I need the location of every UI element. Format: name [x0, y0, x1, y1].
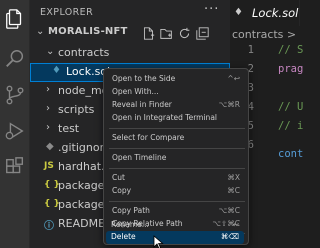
- menu-item-shortcut: ↩: [232, 220, 239, 229]
- menu-item-cut[interactable]: Cut ⌘X: [107, 172, 245, 185]
- editor-tab-lock-sol[interactable]: ♦ Lock.sol: [230, 0, 300, 26]
- refresh-icon[interactable]: [178, 27, 191, 40]
- chevron-right-icon: ›: [46, 84, 50, 95]
- chevron-right-icon: ›: [46, 122, 50, 133]
- menu-item-copy-path[interactable]: Copy Path ⌥⌘C: [107, 205, 245, 218]
- tree-item-label: hardhat.: [58, 160, 105, 173]
- menu-item-select-for-compare[interactable]: Select for Compare: [107, 132, 245, 145]
- menu-item-label: Delete: [111, 232, 136, 241]
- menu-item-open-with[interactable]: Open With...: [107, 86, 245, 99]
- solidity-file-icon: ♦: [52, 65, 61, 76]
- chevron-down-icon: ⌄: [46, 46, 55, 57]
- git-file-icon: ◆: [46, 141, 54, 152]
- info-file-icon: ⓘ: [44, 221, 54, 232]
- new-file-icon[interactable]: [142, 27, 155, 40]
- code-line: cont: [278, 148, 304, 160]
- project-name: MORALIS-NFT: [48, 26, 128, 37]
- tree-item-label: scripts: [58, 103, 95, 116]
- collapse-all-icon[interactable]: [196, 27, 209, 40]
- menu-separator: [109, 168, 245, 169]
- code-line: prag: [278, 63, 304, 75]
- menu-item-label: Copy Path: [112, 206, 150, 215]
- chevron-right-icon: ›: [46, 103, 50, 114]
- menu-item-label: Open With...: [112, 87, 159, 96]
- code-line: // S: [278, 44, 304, 56]
- tree-item-label: READMEI: [58, 217, 109, 230]
- menu-item-label: Open in Integrated Terminal: [112, 113, 217, 122]
- tree-item-label: test: [58, 122, 80, 135]
- code-line: // U: [278, 101, 304, 113]
- extensions-icon[interactable]: [4, 156, 26, 178]
- solidity-file-icon: ♦: [234, 7, 243, 18]
- breadcrumb[interactable]: contracts >: [232, 28, 296, 41]
- search-icon[interactable]: [4, 48, 26, 70]
- menu-item-open-in-terminal[interactable]: Open in Integrated Terminal: [107, 112, 245, 125]
- menu-item-label: Select for Compare: [112, 133, 185, 142]
- tree-item-label: package-: [58, 179, 109, 192]
- chevron-down-icon: ⌄: [36, 26, 45, 37]
- code-line: // i: [278, 120, 304, 132]
- menu-item-shortcut: ⌥⌘R: [218, 100, 240, 109]
- line-number: 1: [247, 44, 254, 56]
- menu-item-reveal-in-finder[interactable]: Reveal in Finder ⌥⌘R: [107, 99, 245, 112]
- menu-item-label: Reveal in Finder: [112, 100, 172, 109]
- tree-folder-contracts[interactable]: ⌄ contracts: [30, 44, 230, 63]
- menu-item-shortcut: ⌘⌫: [220, 232, 239, 241]
- menu-separator: [109, 148, 245, 149]
- mouse-cursor-icon: [153, 234, 165, 248]
- menu-item-shortcut: ^↩: [227, 74, 240, 83]
- activity-bar: [0, 0, 30, 248]
- run-debug-icon[interactable]: [4, 120, 26, 142]
- menu-item-open-timeline[interactable]: Open Timeline: [107, 152, 245, 165]
- menu-item-copy[interactable]: Copy ⌘C: [107, 185, 245, 198]
- menu-item-shortcut: ⌘C: [227, 186, 240, 195]
- tree-item-label: node_mo: [58, 84, 109, 97]
- menu-item-shortcut: ⌘X: [227, 173, 240, 182]
- menu-item-label: Copy: [112, 186, 132, 195]
- menu-item-shortcut: ⌥⌘C: [218, 206, 240, 215]
- menu-separator: [109, 201, 245, 202]
- tree-item-label: .gitignor: [58, 141, 105, 154]
- menu-item-delete[interactable]: Delete ⌘⌫: [106, 231, 244, 244]
- project-header[interactable]: ⌄ MORALIS-NFT: [30, 24, 230, 42]
- menu-item-label: Open Timeline: [112, 153, 167, 162]
- tree-item-label: contracts: [58, 46, 110, 59]
- explorer-title: EXPLORER: [40, 7, 94, 18]
- menu-item-label: Cut: [112, 173, 125, 182]
- source-control-icon[interactable]: [4, 84, 26, 106]
- more-actions-icon[interactable]: ···: [204, 2, 219, 17]
- explorer-icon[interactable]: [4, 8, 26, 30]
- tab-title: Lock.sol: [252, 6, 299, 20]
- js-file-icon: JS: [44, 161, 54, 171]
- menu-separator: [109, 128, 245, 129]
- tree-item-label: package.: [58, 198, 108, 211]
- menu-item-label: Rename...: [111, 220, 149, 229]
- new-folder-icon[interactable]: [160, 27, 173, 40]
- menu-item-label: Open to the Side: [112, 74, 176, 83]
- menu-item-open-to-side[interactable]: Open to the Side ^↩: [107, 73, 245, 86]
